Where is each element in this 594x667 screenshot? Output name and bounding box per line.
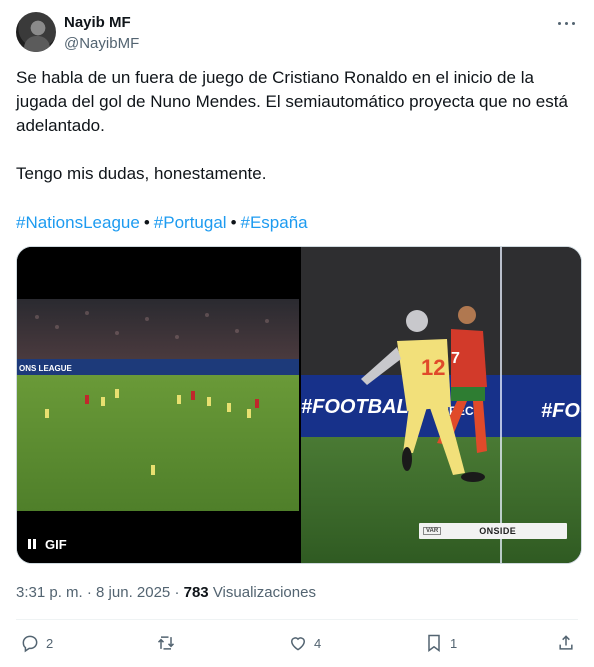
reply-count: 2: [46, 635, 54, 651]
tweet-paragraph-2: Tengo mis dudas, honestamente.: [16, 164, 267, 183]
repost-button[interactable]: [156, 632, 182, 654]
board-text-football: #FOOTBALL: [301, 396, 421, 418]
bookmark-count: 1: [450, 635, 458, 651]
offside-render-scene: #FOOTBALL SPECT #FOO 7: [301, 247, 582, 563]
tweet-meta: 3:31 p. m. · 8 jun. 2025 · 783 Visualiza…: [16, 583, 316, 603]
stadium-scene: ONS LEAGUE: [17, 247, 299, 563]
author-display-name[interactable]: Nayib MF: [64, 13, 139, 33]
var-decision-banner: VAR ONSIDE: [419, 523, 567, 539]
hashtag-link[interactable]: #Portugal: [154, 213, 227, 232]
image-media[interactable]: #FOOTBALL SPECT #FOO 7: [301, 247, 582, 563]
jersey-number-7: 7: [451, 350, 460, 367]
tweet-paragraph-1: Se habla de un fuera de juego de Cristia…: [16, 68, 568, 135]
hashtag-link[interactable]: #NationsLeague: [16, 213, 140, 232]
repost-icon: [157, 636, 175, 650]
ad-board-text: ONS LEAGUE: [19, 364, 73, 373]
action-bar: 2 4 1: [16, 632, 582, 656]
var-badge: VAR: [423, 527, 442, 535]
gif-controls[interactable]: GIF: [27, 533, 67, 555]
reply-icon: [22, 635, 38, 653]
avatar[interactable]: [16, 12, 56, 52]
more-icon[interactable]: [556, 14, 578, 32]
author-handle[interactable]: @NayibMF: [64, 34, 139, 54]
like-icon: [290, 637, 306, 651]
views-count: 783: [183, 584, 209, 601]
meta-separator: ·: [170, 584, 184, 601]
jersey-number-12: 12: [421, 355, 445, 380]
divider: [16, 619, 578, 620]
separator: •: [143, 213, 150, 232]
var-decision-text: ONSIDE: [479, 526, 517, 536]
meta-separator: ·: [82, 584, 97, 601]
separator: •: [230, 213, 237, 232]
media-container: ONS LEAGUE GIF #FOOTBALL #FO 7 12 VAR ON…: [16, 246, 582, 564]
views-label: Visualizaciones: [208, 584, 316, 601]
gif-label: GIF: [45, 536, 67, 552]
author-names: Nayib MF @NayibMF: [64, 13, 139, 54]
hashtag-row: #NationsLeague • #Portugal • #España: [16, 211, 308, 235]
reply-button[interactable]: 2: [20, 632, 53, 654]
bookmark-button[interactable]: 1: [424, 632, 457, 654]
bookmark-icon: [428, 634, 440, 652]
share-icon: [559, 635, 573, 650]
tweet-time[interactable]: 3:31 p. m.: [16, 584, 83, 601]
like-button[interactable]: 4: [288, 632, 321, 654]
gif-media[interactable]: ONS LEAGUE GIF: [17, 247, 299, 563]
pause-icon[interactable]: [27, 539, 37, 549]
like-count: 4: [314, 635, 322, 651]
hashtag-link[interactable]: #España: [241, 213, 308, 232]
board-text-foo: #FOO: [541, 400, 582, 422]
tweet-text: Se habla de un fuera de juego de Cristia…: [16, 66, 576, 186]
share-button[interactable]: [556, 632, 576, 654]
tweet-header: Nayib MF @NayibMF: [16, 12, 582, 56]
tweet-date[interactable]: 8 jun. 2025: [96, 584, 170, 601]
